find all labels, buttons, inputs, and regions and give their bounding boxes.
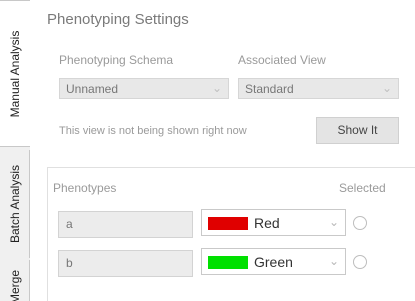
tab-batch-analysis[interactable]: Batch Analysis	[0, 150, 30, 258]
chevron-down-icon: ⌄	[211, 81, 222, 95]
color-select[interactable]: Green ⌄	[201, 248, 346, 275]
view-select-value: Standard	[245, 82, 294, 96]
phenotypes-header: Phenotypes	[53, 181, 117, 195]
tab-merge[interactable]: Merge	[0, 260, 30, 301]
selected-header: Selected	[339, 181, 386, 195]
phenotype-name-field[interactable]: a	[58, 211, 193, 238]
schema-select[interactable]: Unnamed ⌄	[59, 78, 229, 99]
view-label: Associated View	[238, 53, 326, 67]
schema-select-value: Unnamed	[66, 82, 119, 96]
color-swatch	[208, 217, 248, 230]
view-status-text: This view is not being shown right now	[59, 125, 247, 137]
tab-merge-label: Merge	[7, 270, 22, 301]
show-it-button[interactable]: Show It	[316, 117, 399, 144]
chevron-down-icon: ⌄	[328, 254, 339, 268]
color-select[interactable]: Red ⌄	[201, 209, 346, 236]
color-name: Green	[254, 254, 293, 270]
tab-manual-analysis-label: Manual Analysis	[8, 30, 22, 117]
chevron-down-icon: ⌄	[381, 81, 392, 95]
chevron-down-icon: ⌄	[328, 215, 339, 229]
phenotyping-settings-panel: Phenotyping Settings Phenotyping Schema …	[31, 0, 415, 301]
selected-radio[interactable]	[353, 216, 367, 230]
color-swatch	[208, 256, 248, 269]
phenotype-name-field[interactable]: b	[58, 250, 193, 277]
page-title: Phenotyping Settings	[47, 11, 189, 28]
tab-manual-analysis[interactable]: Manual Analysis	[0, 0, 30, 147]
vertical-tab-strip: Manual Analysis Batch Analysis Merge	[0, 0, 30, 301]
tab-batch-analysis-label: Batch Analysis	[7, 164, 22, 244]
color-name: Red	[254, 215, 280, 231]
view-select[interactable]: Standard ⌄	[238, 78, 399, 99]
selected-radio[interactable]	[353, 255, 367, 269]
schema-label: Phenotyping Schema	[59, 53, 174, 67]
